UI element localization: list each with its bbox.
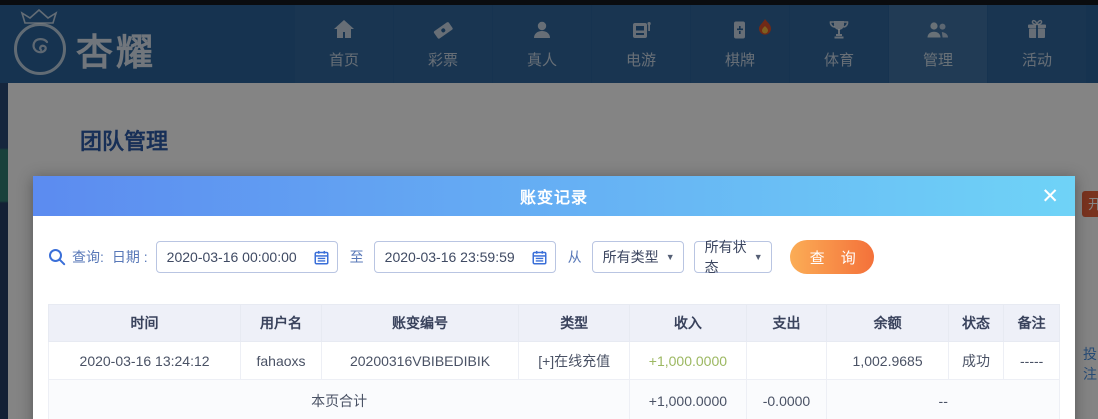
from-label: 从 bbox=[567, 249, 582, 265]
total-rest: -- bbox=[826, 379, 1060, 419]
date-to-value: 2020-03-16 23:59:59 bbox=[384, 249, 515, 265]
search-button[interactable]: 查 询 bbox=[789, 240, 874, 274]
search-row: 查询: 日期 : 2020-03-16 00:00:00 至 2020-03-1… bbox=[48, 239, 1060, 275]
search-icon bbox=[48, 248, 66, 266]
calendar-icon[interactable] bbox=[532, 250, 547, 265]
close-icon[interactable]: ✕ bbox=[1041, 176, 1059, 216]
col-header-expense: 支出 bbox=[745, 304, 828, 342]
col-header-change-no: 账变编号 bbox=[320, 304, 520, 342]
col-header-status: 状态 bbox=[947, 304, 1005, 342]
type-select[interactable]: 所有类型 ▼ bbox=[591, 241, 684, 273]
date-label: 日期 : bbox=[111, 249, 148, 265]
total-expense: -0.0000 bbox=[745, 379, 828, 419]
cell-change-no: 20200316VBIBEDIBIK bbox=[320, 341, 520, 380]
cell-username: fahaoxs bbox=[240, 341, 322, 380]
calendar-icon[interactable] bbox=[314, 250, 329, 265]
col-header-time: 时间 bbox=[47, 304, 242, 342]
cell-expense bbox=[745, 341, 828, 380]
date-to-input[interactable]: 2020-03-16 23:59:59 bbox=[373, 241, 556, 273]
table-total-row: 本页合计 +1,000.0000 -0.0000 -- bbox=[47, 379, 1060, 419]
account-change-modal: 账变记录 ✕ 查询: 日期 : 2020-03-16 00:00:00 至 20… bbox=[33, 176, 1075, 419]
table-row: 2020-03-16 13:24:12 fahaoxs 20200316VBIB… bbox=[47, 341, 1060, 380]
table-header-row: 时间 用户名 账变编号 类型 收入 支出 余额 状态 备注 bbox=[47, 304, 1060, 342]
col-header-income: 收入 bbox=[629, 304, 747, 342]
status-select-value: 所有状态 bbox=[704, 239, 747, 275]
cell-type: [+]在线充值 bbox=[518, 341, 631, 380]
date-from-input[interactable]: 2020-03-16 00:00:00 bbox=[155, 241, 338, 273]
total-income: +1,000.0000 bbox=[629, 379, 747, 419]
col-header-username: 用户名 bbox=[240, 304, 322, 342]
modal-header: 账变记录 ✕ bbox=[33, 176, 1075, 216]
col-header-type: 类型 bbox=[518, 304, 631, 342]
col-header-balance: 余额 bbox=[826, 304, 949, 342]
to-label: 至 bbox=[349, 249, 364, 265]
cell-time: 2020-03-16 13:24:12 bbox=[47, 341, 242, 380]
cell-status: 成功 bbox=[947, 341, 1005, 380]
date-from-value: 2020-03-16 00:00:00 bbox=[166, 249, 297, 265]
chevron-down-icon: ▼ bbox=[665, 252, 675, 262]
col-header-remark: 备注 bbox=[1003, 304, 1060, 342]
cell-balance: 1,002.9685 bbox=[826, 341, 949, 380]
cell-income: +1,000.0000 bbox=[629, 341, 747, 380]
screen: 杏耀 首页 彩票 真人 电游 棋牌 体育 管理 活动 团队管理 开 投注 账变记… bbox=[0, 0, 1098, 419]
modal-body: 查询: 日期 : 2020-03-16 00:00:00 至 2020-03-1… bbox=[33, 216, 1075, 419]
query-label: 查询: bbox=[72, 249, 104, 265]
modal-title: 账变记录 bbox=[519, 190, 588, 207]
records-table: 时间 用户名 账变编号 类型 收入 支出 余额 状态 备注 2020-03-16… bbox=[47, 304, 1060, 419]
status-select[interactable]: 所有状态 ▼ bbox=[693, 239, 772, 275]
type-select-value: 所有类型 bbox=[602, 249, 659, 265]
cell-remark: ----- bbox=[1003, 341, 1060, 380]
chevron-down-icon: ▼ bbox=[753, 252, 763, 262]
total-label: 本页合计 bbox=[47, 379, 631, 419]
